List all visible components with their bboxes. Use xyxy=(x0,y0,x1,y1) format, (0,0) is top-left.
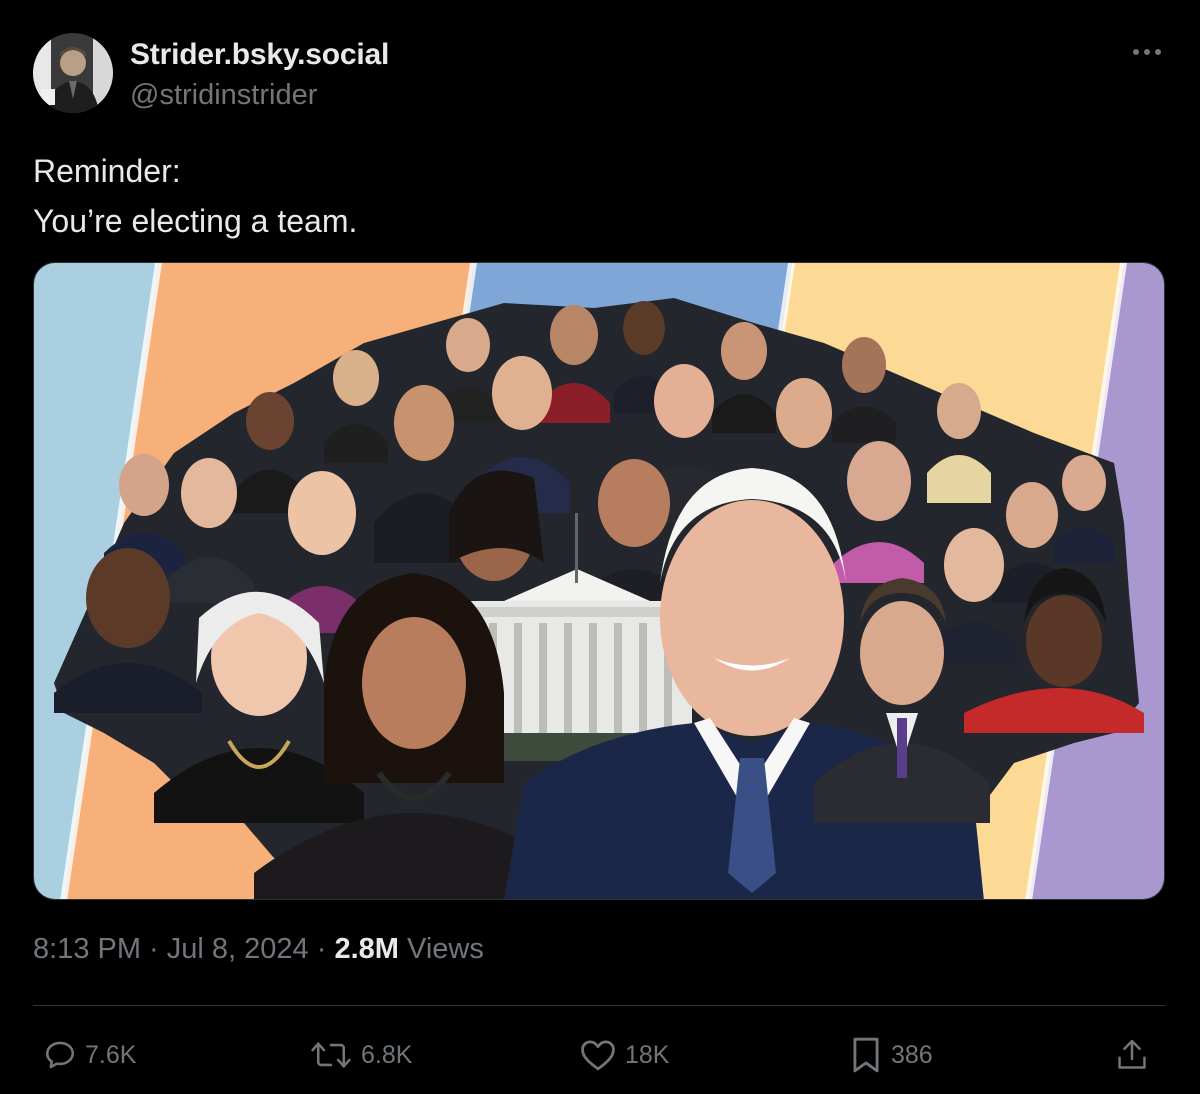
views-count: 2.8M xyxy=(334,933,399,965)
meta-separator: · xyxy=(141,933,167,965)
user-handle[interactable]: @stridinstrider xyxy=(130,79,317,112)
avatar[interactable] xyxy=(33,33,113,113)
profile-photo xyxy=(33,33,113,113)
repost-count: 6.8K xyxy=(361,1040,413,1069)
tweet-date[interactable]: Jul 8, 2024 xyxy=(167,933,309,965)
reply-button[interactable]: 7.6K xyxy=(43,1030,136,1080)
views-label: Views xyxy=(398,933,484,965)
meta-separator: · xyxy=(308,933,335,965)
divider xyxy=(33,1005,1165,1006)
tweet-time[interactable]: 8:13 PM xyxy=(33,933,141,965)
cabinet-collage-image xyxy=(34,263,1164,899)
tweet-text-line: You’re electing a team. xyxy=(33,203,358,239)
tweet-text: Reminder: You’re electing a team. xyxy=(33,146,357,246)
bookmark-count: 386 xyxy=(891,1040,933,1069)
action-bar: 7.6K 6.8K 18K 386 xyxy=(33,1030,1165,1080)
repost-icon xyxy=(311,1042,351,1068)
display-name[interactable]: Strider.bsky.social xyxy=(130,38,389,72)
reply-count: 7.6K xyxy=(85,1040,137,1069)
repost-button[interactable]: 6.8K xyxy=(309,1030,412,1080)
share-button[interactable] xyxy=(1115,1030,1149,1080)
bookmark-icon xyxy=(853,1037,879,1073)
more-horizontal-icon[interactable] xyxy=(1127,37,1167,67)
reply-icon xyxy=(45,1041,75,1069)
heart-icon xyxy=(581,1040,615,1071)
bookmark-button[interactable]: 386 xyxy=(849,1030,933,1080)
tweet-header: Strider.bsky.social @stridinstrider xyxy=(33,33,1167,115)
tweet-meta: 8:13 PM · Jul 8, 2024 · 2.8M Views xyxy=(33,933,484,966)
like-count: 18K xyxy=(625,1040,670,1069)
tweet-text-line: Reminder: xyxy=(33,153,181,189)
share-icon xyxy=(1118,1039,1146,1069)
tweet-image[interactable] xyxy=(33,262,1165,900)
like-button[interactable]: 18K xyxy=(579,1030,669,1080)
